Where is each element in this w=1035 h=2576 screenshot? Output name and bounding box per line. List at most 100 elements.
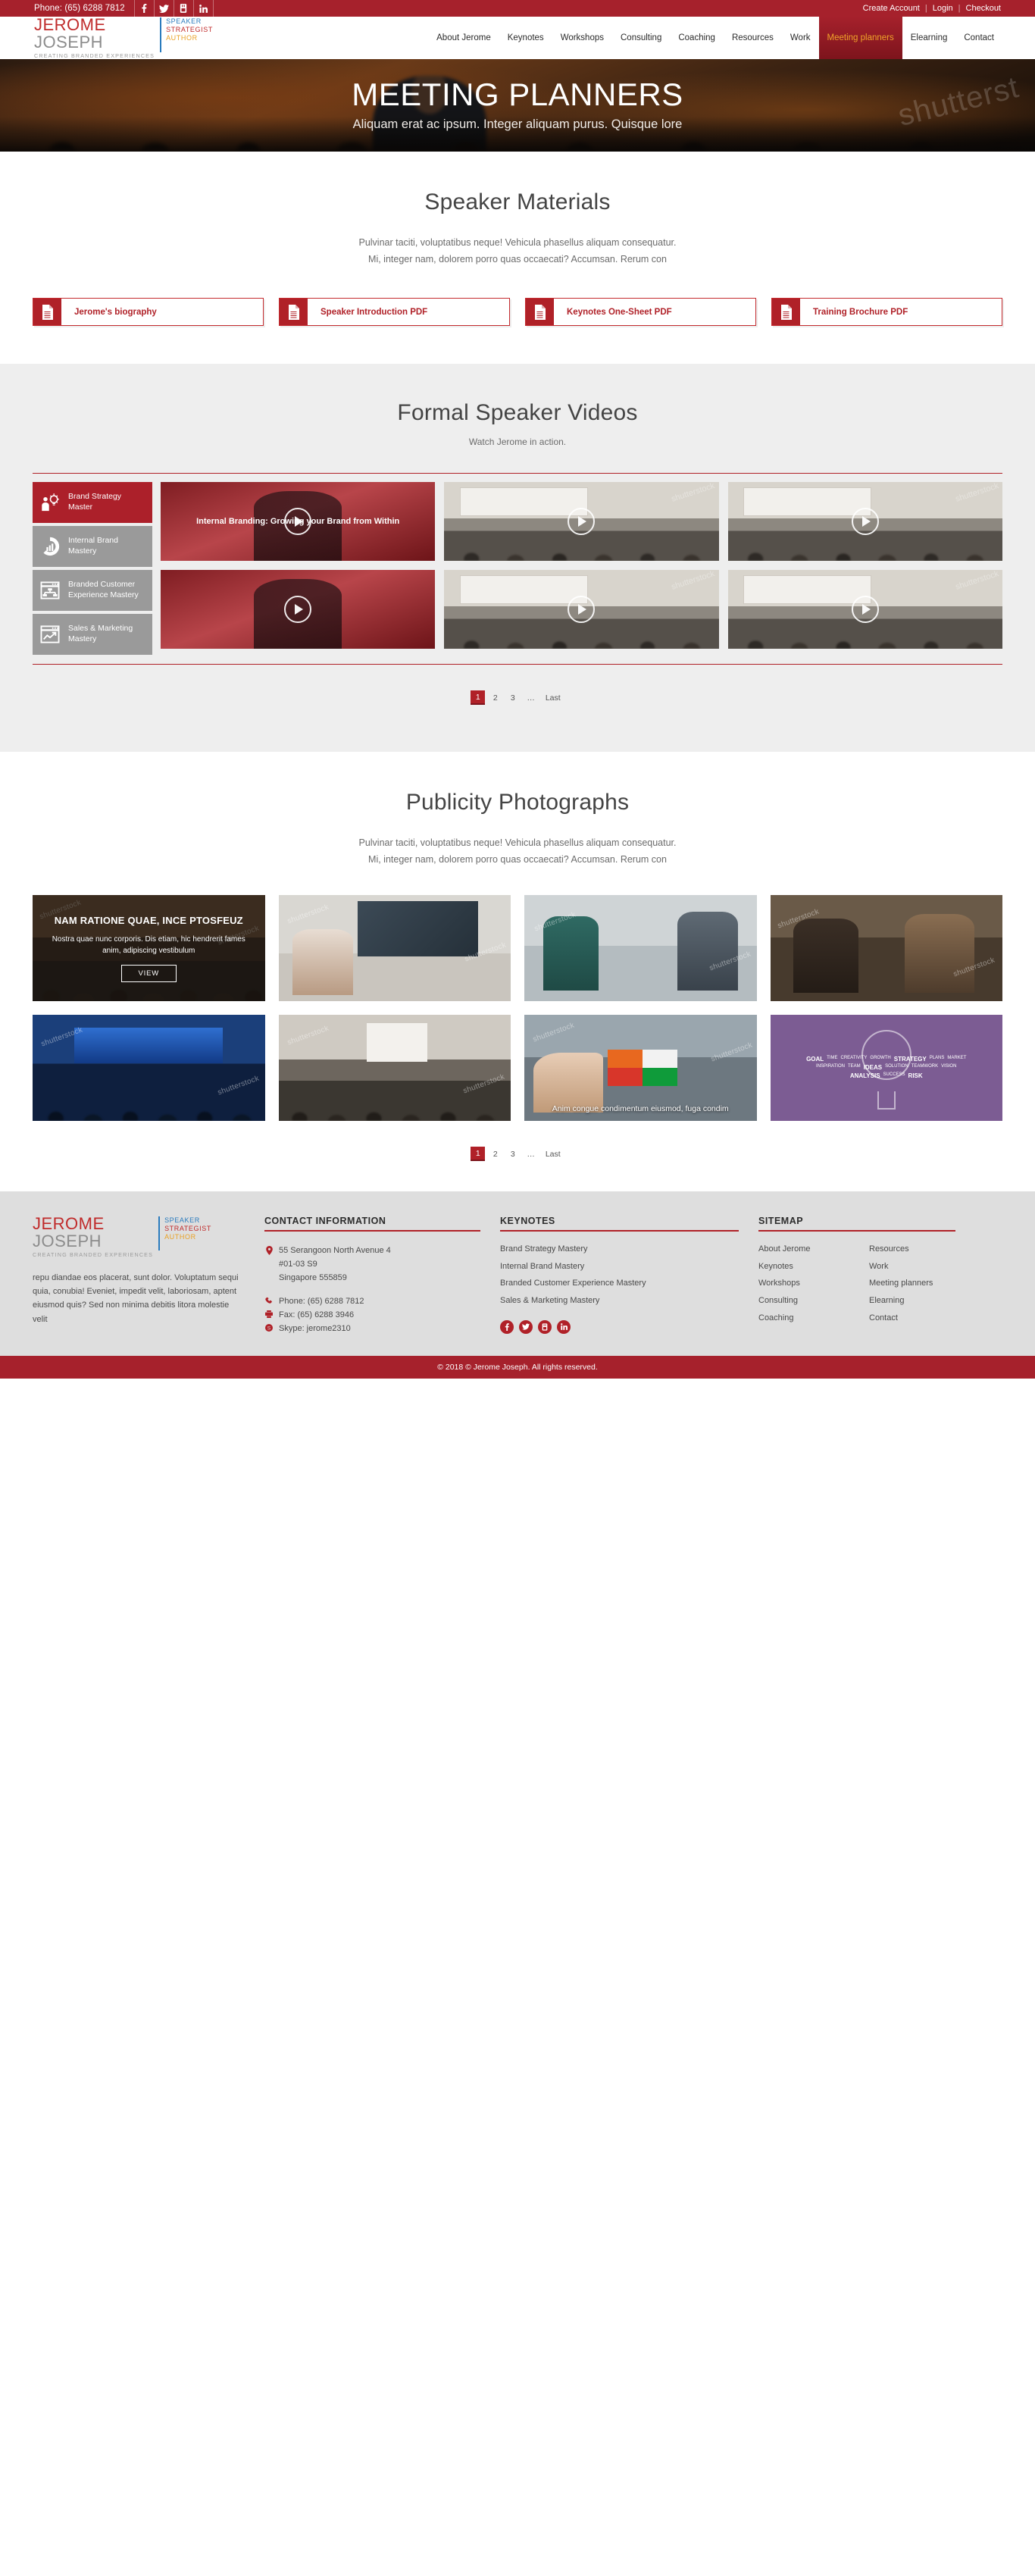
pdf-button-keynotes-one-sheet[interactable]: Keynotes One-Sheet PDF	[525, 298, 756, 326]
nav-item-resources[interactable]: Resources	[724, 17, 782, 59]
video-thumbnail[interactable]	[161, 570, 435, 649]
video-tab-label: Internal Brand Mastery	[68, 536, 146, 556]
svg-text:S: S	[267, 1326, 271, 1331]
photo-grid: shutterstock shutterstock NAM RATIONE QU…	[33, 895, 1002, 1121]
watermark-text: shutterstock	[286, 1024, 330, 1047]
video-tab-label: Sales & Marketing Mastery	[68, 624, 146, 644]
photo-card[interactable]: shutterstock shutterstock	[524, 895, 757, 1001]
footer-keynote-link-brand-strategy-mastery[interactable]: Brand Strategy Mastery	[500, 1241, 739, 1258]
sitemap-link-consulting[interactable]: Consulting	[758, 1292, 842, 1310]
sitemap-link-work[interactable]: Work	[869, 1258, 968, 1275]
pagination-page-2[interactable]: 2	[488, 1147, 502, 1161]
video-thumbnail[interactable]: shutterstock	[728, 482, 1002, 561]
nav-item-meeting-planners[interactable]: Meeting planners	[819, 17, 902, 59]
youtube-icon[interactable]	[538, 1320, 552, 1334]
linkedin-icon[interactable]	[557, 1320, 571, 1334]
logo-tagline: CREATING BRANDED EXPERIENCES	[34, 53, 155, 58]
photo-card[interactable]: shutterstock shutterstock	[771, 895, 1003, 1001]
photo-card[interactable]: shutterstock shutterstock	[279, 895, 511, 1001]
photo-card[interactable]: shutterstock shutterstock NAM RATIONE QU…	[33, 895, 265, 1001]
video-thumbnail[interactable]: shutterstock	[728, 570, 1002, 649]
twitter-icon[interactable]	[155, 0, 174, 17]
bulb-word: GROWTH	[870, 1056, 890, 1063]
nav-item-keynotes[interactable]: Keynotes	[499, 17, 552, 59]
pagination-last[interactable]: Last	[542, 690, 564, 705]
linkedin-icon[interactable]	[194, 0, 214, 17]
play-icon[interactable]	[852, 596, 879, 623]
photo-card[interactable]: shutterstock shutterstock	[279, 1015, 511, 1121]
pagination-page-1[interactable]: 1	[471, 1147, 485, 1161]
photo-card[interactable]: shutterstock shutterstock Anim congue co…	[524, 1015, 757, 1121]
footer-keynote-link-branded-customer-experience-mastery[interactable]: Branded Customer Experience Mastery	[500, 1275, 739, 1292]
topbar-separator-2: |	[958, 4, 961, 13]
create-account-link[interactable]: Create Account	[863, 4, 920, 13]
site-logo[interactable]: JEROME JOSEPH CREATING BRANDED EXPERIENC…	[33, 17, 213, 58]
footer-phone-line: Phone: (65) 6288 7812	[264, 1295, 480, 1309]
sitemap-link-about-jerome[interactable]: About Jerome	[758, 1241, 842, 1258]
photo-card[interactable]: GOAL TIME CREATIVITY GROWTH STRATEGY PLA…	[771, 1015, 1003, 1121]
checkout-link[interactable]: Checkout	[966, 4, 1001, 13]
play-icon[interactable]	[568, 596, 595, 623]
bulb-word: TEAMWORK	[911, 1064, 938, 1072]
pagination-last[interactable]: Last	[542, 1147, 564, 1161]
play-icon[interactable]	[284, 508, 311, 535]
play-icon[interactable]	[284, 596, 311, 623]
nav-item-elearning[interactable]: Elearning	[902, 17, 956, 59]
photo-card[interactable]: shutterstock shutterstock	[33, 1015, 265, 1121]
pdf-button-speaker-introduction[interactable]: Speaker Introduction PDF	[279, 298, 510, 326]
video-tab-sales-marketing-mastery[interactable]: Sales & Marketing Mastery	[33, 614, 152, 655]
bulb-word: CREATIVITY	[841, 1056, 868, 1063]
nav-item-contact[interactable]: Contact	[955, 17, 1002, 59]
video-featured[interactable]: Internal Branding: Growing your Brand fr…	[161, 482, 435, 561]
pdf-button-biography[interactable]: Jerome's biography	[33, 298, 264, 326]
login-link[interactable]: Login	[933, 4, 953, 13]
footer-sitemap-column: SITEMAP About Jerome Keynotes Workshops …	[758, 1216, 1002, 1336]
video-tab-label: Brand Strategy Master	[68, 492, 146, 512]
watermark-text: shutterstock	[532, 1021, 576, 1044]
sitemap-link-contact[interactable]: Contact	[869, 1310, 968, 1327]
video-thumbnail[interactable]: shutterstock	[444, 482, 718, 561]
watermark-text: shutterstock	[710, 1041, 754, 1063]
pagination-ellipsis: …	[523, 1147, 539, 1161]
nav-item-workshops[interactable]: Workshops	[552, 17, 612, 59]
sitemap-link-workshops[interactable]: Workshops	[758, 1275, 842, 1292]
pagination-page-3[interactable]: 3	[505, 690, 520, 705]
materials-paragraph-line-1: Pulvinar taciti, voluptatibus neque! Veh…	[33, 235, 1002, 252]
sitemap-link-meeting-planners[interactable]: Meeting planners	[869, 1275, 968, 1292]
footer-keynote-link-internal-brand-mastery[interactable]: Internal Brand Mastery	[500, 1258, 739, 1275]
youtube-icon[interactable]	[174, 0, 194, 17]
play-icon[interactable]	[568, 508, 595, 535]
play-icon[interactable]	[852, 508, 879, 535]
sitemap-link-elearning[interactable]: Elearning	[869, 1292, 968, 1310]
pagination-page-3[interactable]: 3	[505, 1147, 520, 1161]
video-tab-branded-customer-experience-mastery[interactable]: Branded Customer Experience Mastery	[33, 570, 152, 611]
footer-keynote-link-sales-marketing-mastery[interactable]: Sales & Marketing Mastery	[500, 1292, 739, 1310]
nav-item-work[interactable]: Work	[782, 17, 819, 59]
photo-view-button[interactable]: VIEW	[121, 965, 177, 982]
nav-item-about-jerome[interactable]: About Jerome	[428, 17, 499, 59]
sitemap-link-resources[interactable]: Resources	[869, 1241, 968, 1258]
sitemap-link-keynotes[interactable]: Keynotes	[758, 1258, 842, 1275]
video-tab-internal-brand-mastery[interactable]: Internal Brand Mastery	[33, 526, 152, 567]
pdf-button-training-brochure[interactable]: Training Brochure PDF	[771, 298, 1002, 326]
facebook-icon[interactable]	[135, 0, 155, 17]
logo-speaker-text: SPEAKER	[164, 1216, 211, 1225]
sitemap-link-coaching[interactable]: Coaching	[758, 1310, 842, 1327]
lightbulb-presenter-icon	[39, 491, 61, 514]
watermark-text: shutterstock	[464, 941, 508, 963]
top-utility-bar: Phone: (65) 6288 7812 Create Account | L…	[0, 0, 1035, 17]
nav-item-consulting[interactable]: Consulting	[612, 17, 670, 59]
footer-address-lines: 55 Serangoon North Avenue 4 #01-03 S9 Si…	[279, 1244, 391, 1285]
video-thumbnail[interactable]: shutterstock	[444, 570, 718, 649]
pagination-page-1[interactable]: 1	[471, 690, 485, 705]
hero-banner: shutterst MEETING PLANNERS Aliquam erat …	[0, 59, 1035, 152]
nav-item-coaching[interactable]: Coaching	[670, 17, 724, 59]
logo-jerome-text: JEROME	[33, 1216, 153, 1232]
footer-logo[interactable]: JEROME JOSEPH CREATING BRANDED EXPERIENC…	[33, 1216, 245, 1257]
video-tab-brand-strategy-master[interactable]: Brand Strategy Master	[33, 482, 152, 523]
donut-chart-icon	[39, 535, 61, 558]
twitter-icon[interactable]	[519, 1320, 533, 1334]
pagination-page-2[interactable]: 2	[488, 690, 502, 705]
footer-fax: Fax: (65) 6288 3946	[279, 1309, 354, 1322]
facebook-icon[interactable]	[500, 1320, 514, 1334]
